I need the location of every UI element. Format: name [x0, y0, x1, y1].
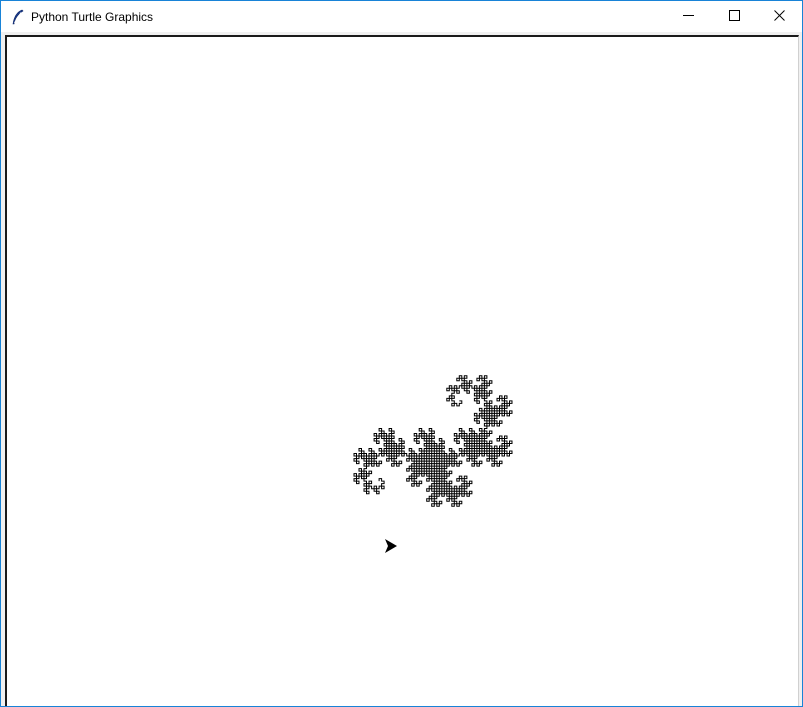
minimize-button[interactable] — [665, 1, 711, 32]
dragon-curve-path — [353, 375, 513, 507]
title-bar[interactable]: Python Turtle Graphics — [1, 1, 802, 32]
turtle-window: Python Turtle Graphics — [0, 0, 803, 707]
feather-icon — [11, 9, 25, 25]
maximize-button[interactable] — [711, 1, 757, 32]
dragon-curve-drawing — [353, 375, 513, 553]
window-title: Python Turtle Graphics — [31, 10, 154, 24]
turtle-arrow — [385, 539, 397, 553]
dragon-curve-line — [353, 375, 513, 507]
minimize-icon — [682, 8, 694, 26]
close-icon — [773, 8, 785, 26]
arrow-cursor-icon — [385, 539, 397, 553]
turtle-canvas-area[interactable] — [5, 35, 799, 706]
close-button[interactable] — [756, 1, 802, 32]
maximize-icon — [728, 8, 740, 26]
